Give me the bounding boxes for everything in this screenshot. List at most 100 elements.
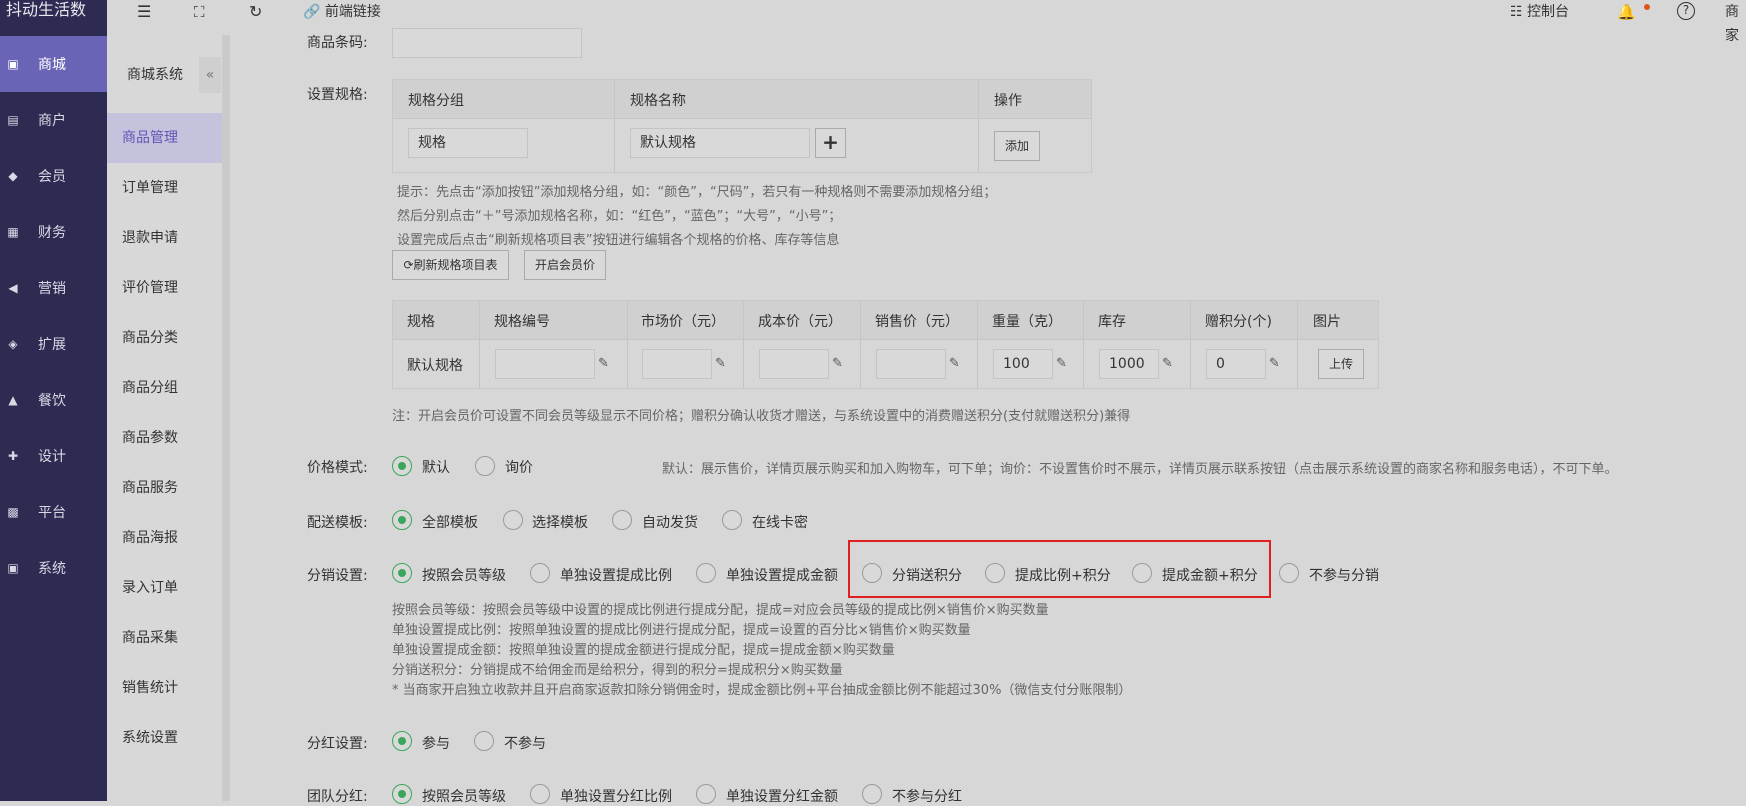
distribution-hint-line: * 当商家开启独立收款并且开启商家返款扣除分销佣金时，提成金额比例+平台抽成金额… xyxy=(392,683,1132,698)
spec-name-input[interactable]: 默认规格 xyxy=(630,128,810,158)
dividend-join-radio[interactable] xyxy=(392,731,412,751)
dividend-not-join-radio[interactable] xyxy=(474,731,494,751)
team-dividend-ratio-radio[interactable] xyxy=(530,784,550,804)
sub-nav-item-collect[interactable]: 商品采集 xyxy=(107,613,222,663)
price-mode-inquiry-label[interactable]: 询价 xyxy=(505,457,533,477)
price-mode-inquiry-radio[interactable] xyxy=(475,456,495,476)
spec-action-header: 操作 xyxy=(994,93,1022,109)
design-icon: ✚ xyxy=(7,449,19,463)
sub-nav-item-settings[interactable]: 系统设置 xyxy=(107,713,222,763)
sub-nav-item-posters[interactable]: 商品海报 xyxy=(107,513,222,563)
barcode-input[interactable] xyxy=(392,28,582,58)
sub-nav-item-reviews[interactable]: 评价管理 xyxy=(107,263,222,313)
frontend-link-button[interactable]: 🔗 前端链接 xyxy=(303,0,381,24)
member-icon: ◆ xyxy=(8,169,18,183)
merchant-menu[interactable]: 商家 xyxy=(1725,0,1746,44)
team-dividend-member-level-radio[interactable] xyxy=(392,784,412,804)
dividend-label: 分红设置: xyxy=(307,736,368,752)
edit-icon[interactable]: ✎ xyxy=(715,356,726,371)
edit-icon[interactable]: ✎ xyxy=(1162,356,1173,371)
edit-icon[interactable]: ✎ xyxy=(1056,356,1067,371)
price-mode-default-label[interactable]: 默认 xyxy=(422,457,450,477)
sku-header-image: 图片 xyxy=(1313,314,1341,330)
delivery-card-radio[interactable] xyxy=(722,510,742,530)
distribution-ratio-label[interactable]: 单独设置提成比例 xyxy=(560,565,672,585)
sku-weight-input[interactable]: 100 xyxy=(993,349,1053,379)
sub-nav-item-sales-stats[interactable]: 销售统计 xyxy=(107,663,222,713)
edit-icon[interactable]: ✎ xyxy=(949,356,960,371)
sidebar-item-shop[interactable]: ▣ 商城 xyxy=(0,36,107,92)
distribution-amount-label[interactable]: 单独设置提成金额 xyxy=(726,565,838,585)
sub-nav-item-refunds[interactable]: 退款申请 xyxy=(107,213,222,263)
sidebar-item-label: 平台 xyxy=(38,505,66,521)
team-dividend-none-label[interactable]: 不参与分红 xyxy=(892,786,962,806)
sub-nav-item-goods[interactable]: 商品管理 xyxy=(107,113,222,163)
sidebar-item-extension[interactable]: ◈ 扩展 xyxy=(0,316,107,372)
bell-icon[interactable]: 🔔 xyxy=(1617,0,1636,24)
distribution-member-level-radio[interactable] xyxy=(392,563,412,583)
console-button[interactable]: ☷ 控制台 xyxy=(1510,0,1569,24)
sub-nav-item-orders[interactable]: 订单管理 xyxy=(107,163,222,213)
team-dividend-amount-label[interactable]: 单独设置分红金额 xyxy=(726,786,838,806)
sidebar-item-label: 营销 xyxy=(38,281,66,297)
distribution-ratio-radio[interactable] xyxy=(530,563,550,583)
sidebar-item-member[interactable]: ◆ 会员 xyxy=(0,148,107,204)
refresh-icon[interactable]: ↻ xyxy=(249,0,262,24)
delivery-card-label[interactable]: 在线卡密 xyxy=(752,512,808,532)
sub-nav-item-enter-order[interactable]: 录入订单 xyxy=(107,563,222,613)
member-price-button[interactable]: 开启会员价 xyxy=(524,250,606,280)
sidebar-item-design[interactable]: ✚ 设计 xyxy=(0,428,107,484)
team-dividend-ratio-label[interactable]: 单独设置分红比例 xyxy=(560,786,672,806)
spec-group-input[interactable]: 规格 xyxy=(408,128,528,158)
help-icon[interactable]: ? xyxy=(1677,2,1695,20)
sku-points-input[interactable]: 0 xyxy=(1206,349,1266,379)
collapse-sidebar-button[interactable]: « xyxy=(199,57,221,93)
team-dividend-none-radio[interactable] xyxy=(862,784,882,804)
distribution-amount-radio[interactable] xyxy=(696,563,716,583)
sub-nav-item-services[interactable]: 商品服务 xyxy=(107,463,222,513)
delivery-select-label[interactable]: 选择模板 xyxy=(532,512,588,532)
distribution-none-radio[interactable] xyxy=(1279,563,1299,583)
dividend-not-join-label[interactable]: 不参与 xyxy=(504,733,546,753)
edit-icon[interactable]: ✎ xyxy=(1269,356,1280,371)
sku-market-price-input[interactable] xyxy=(642,349,712,379)
sub-nav-item-categories[interactable]: 商品分类 xyxy=(107,313,222,363)
price-mode-label: 价格模式: xyxy=(307,460,368,476)
delivery-auto-radio[interactable] xyxy=(612,510,632,530)
sub-nav-item-groups[interactable]: 商品分组 xyxy=(107,363,222,413)
fullscreen-icon[interactable]: ⛶ xyxy=(194,0,205,24)
sku-cost-price-input[interactable] xyxy=(759,349,829,379)
distribution-none-label[interactable]: 不参与分销 xyxy=(1309,565,1379,585)
edit-icon[interactable]: ✎ xyxy=(832,356,843,371)
sku-stock-input[interactable]: 1000 xyxy=(1099,349,1159,379)
refresh-spec-table-button[interactable]: ⟳刷新规格项目表 xyxy=(392,250,509,280)
delivery-select-radio[interactable] xyxy=(503,510,523,530)
sidebar-item-system[interactable]: ▣ 系统 xyxy=(0,540,107,596)
delivery-all-label[interactable]: 全部模板 xyxy=(422,512,478,532)
team-dividend-label: 团队分红: xyxy=(307,789,368,805)
delivery-template-label: 配送模板: xyxy=(307,515,368,531)
main-sidebar: 抖动生活数 ▣ 商城 ▤ 商户 ◆ 会员 ▦ 财务 ◀ 营销 ◈ 扩展 ▲ 餐饮 ✚ 设计 ▩ 平… xyxy=(0,0,107,801)
sidebar-item-marketing[interactable]: ◀ 营销 xyxy=(0,260,107,316)
team-dividend-member-level-label[interactable]: 按照会员等级 xyxy=(422,786,506,806)
edit-icon[interactable]: ✎ xyxy=(598,356,609,371)
distribution-member-level-label[interactable]: 按照会员等级 xyxy=(422,565,506,585)
sidebar-item-label: 系统 xyxy=(38,561,66,577)
sidebar-item-platform[interactable]: ▩ 平台 xyxy=(0,484,107,540)
add-spec-name-button[interactable]: + xyxy=(815,128,846,158)
sku-code-input[interactable] xyxy=(495,349,595,379)
menu-toggle-icon[interactable]: ☰ xyxy=(137,0,151,24)
price-mode-default-radio[interactable] xyxy=(392,456,412,476)
sidebar-item-dining[interactable]: ▲ 餐饮 xyxy=(0,372,107,428)
sub-nav-item-params[interactable]: 商品参数 xyxy=(107,413,222,463)
delivery-auto-label[interactable]: 自动发货 xyxy=(642,512,698,532)
link-icon: 🔗 xyxy=(303,4,321,20)
upload-image-button[interactable]: 上传 xyxy=(1318,349,1364,379)
delivery-all-radio[interactable] xyxy=(392,510,412,530)
sidebar-item-finance[interactable]: ▦ 财务 xyxy=(0,204,107,260)
sku-sale-price-input[interactable] xyxy=(876,349,946,379)
sidebar-item-merchant[interactable]: ▤ 商户 xyxy=(0,92,107,148)
team-dividend-amount-radio[interactable] xyxy=(696,784,716,804)
dividend-join-label[interactable]: 参与 xyxy=(422,733,450,753)
add-spec-group-button[interactable]: 添加 xyxy=(994,131,1040,161)
